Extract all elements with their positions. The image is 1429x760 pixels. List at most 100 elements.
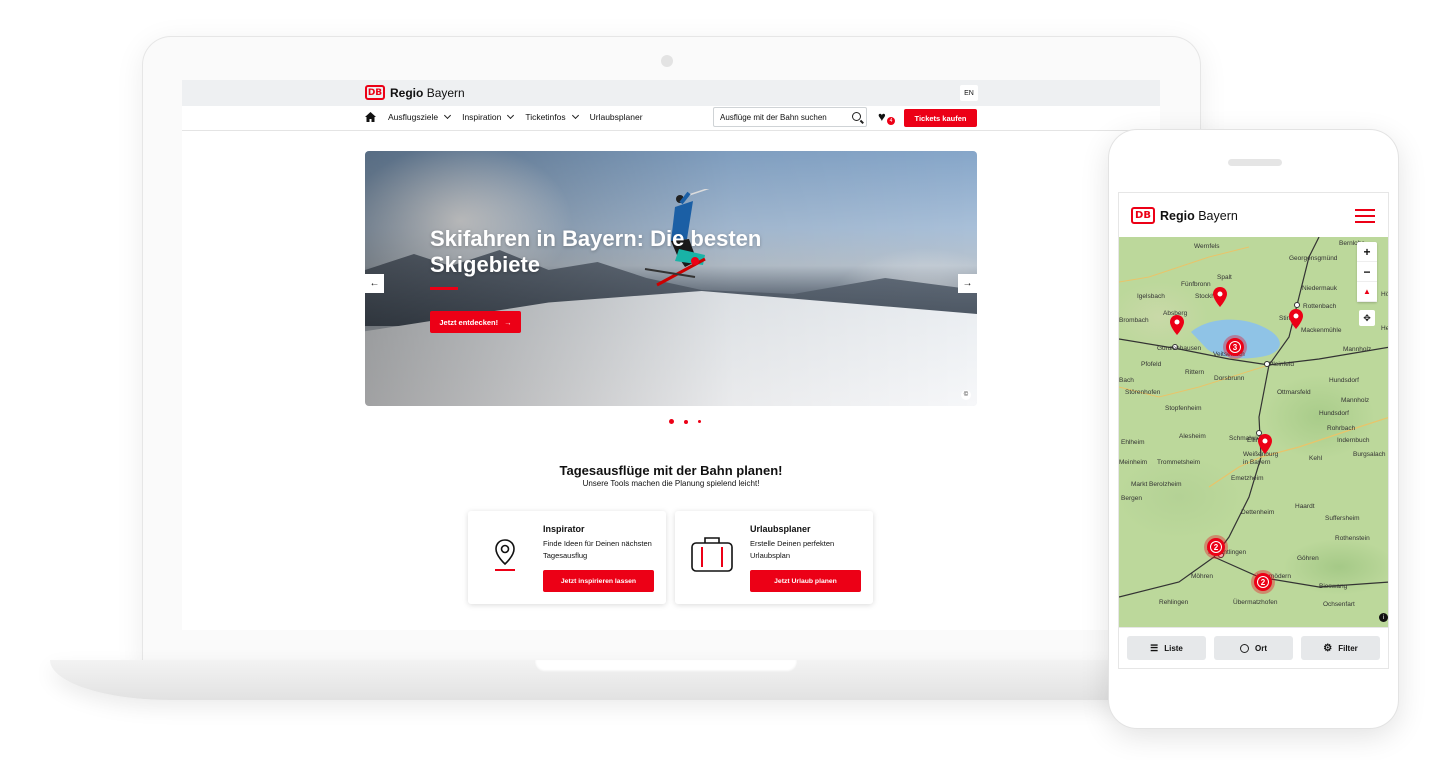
map-cluster-marker[interactable]: 3: [1226, 338, 1244, 356]
site-logo[interactable]: DB Regio Bayern: [365, 85, 465, 100]
compass-icon[interactable]: ▲: [1357, 282, 1377, 302]
list-button[interactable]: ☰ Liste: [1127, 636, 1206, 660]
nav-item-ticketinfos[interactable]: Ticketinfos: [525, 111, 579, 122]
map-label: Bach: [1119, 377, 1134, 384]
map-label: Georgensgmünd: [1289, 255, 1338, 262]
db-logo-badge: DB: [1131, 207, 1155, 224]
phone-speaker: [1228, 159, 1282, 166]
map-label: Rohrbach: [1327, 425, 1356, 432]
map-pin-marker[interactable]: [1258, 434, 1272, 454]
map-label: Rehlingen: [1159, 599, 1189, 606]
map-view[interactable]: Wernfels Bernlohe Georgensgmünd Spalt Fü…: [1119, 237, 1389, 627]
map-pin-marker[interactable]: [1213, 287, 1227, 307]
mobile-screen: DB Regio Bayern Wernfels Bernlohe George…: [1118, 192, 1389, 669]
map-label: He: [1381, 325, 1389, 332]
map-label: Trommetsheim: [1157, 459, 1201, 466]
site-name: Regio Bayern: [1160, 208, 1238, 223]
map-label: Dettenheim: [1241, 509, 1275, 516]
site-topbar: DB Regio Bayern EN: [182, 80, 1160, 106]
map-label: Stopfenheim: [1165, 405, 1202, 412]
map-label: Pfofeld: [1141, 361, 1162, 368]
map-label: Niedermauk: [1302, 285, 1338, 292]
map-label: Burgsalach: [1353, 451, 1386, 458]
image-copyright-icon[interactable]: ©: [961, 390, 971, 400]
search-icon: [1240, 643, 1249, 653]
hero-cta-button[interactable]: Jetzt entdecken! →: [430, 311, 521, 333]
map-label: Möhren: [1191, 573, 1214, 580]
map-cluster-marker[interactable]: 2: [1207, 538, 1225, 556]
slider-next-button[interactable]: →: [958, 274, 977, 293]
search-placeholder: Ausflüge mit der Bahn suchen: [720, 112, 827, 122]
arrow-right-icon: →: [962, 278, 973, 289]
map-label: Markt Berolzheim: [1131, 481, 1182, 488]
info-icon[interactable]: i: [1379, 613, 1388, 622]
list-icon: ☰: [1150, 642, 1159, 653]
urlaubsplaner-card: Urlaubsplaner Erstelle Deinen perfekten …: [675, 511, 873, 604]
inspire-button[interactable]: Jetzt inspirieren lassen: [543, 570, 654, 592]
map-cluster-marker[interactable]: 2: [1254, 573, 1272, 591]
map-label: Gunzenhausen: [1157, 345, 1202, 352]
buy-tickets-button[interactable]: Tickets kaufen: [904, 109, 977, 127]
slider-dot[interactable]: [684, 419, 688, 424]
section-title: Tagesausflüge mit der Bahn planen!: [559, 463, 783, 478]
map-label: Kehl: [1309, 455, 1323, 462]
map-pin-icon: [495, 539, 515, 571]
map-label: Igelsbach: [1137, 293, 1165, 300]
menu-icon[interactable]: [1355, 209, 1375, 223]
map-label: Störenhofen: [1125, 389, 1161, 396]
map-label: Wernfels: [1194, 243, 1220, 250]
laptop-notch: [535, 660, 797, 672]
map-label: Indernbuch: [1337, 437, 1370, 444]
map-label: Mannholz: [1343, 346, 1372, 353]
hero-slider: Skifahren in Bayern: Die besten Skigebie…: [365, 151, 977, 406]
zoom-out-button[interactable]: −: [1357, 262, 1377, 282]
map-label: Rottenbach: [1303, 303, 1337, 310]
map-label: Bieswang: [1319, 583, 1348, 590]
map-label: Hö: [1381, 291, 1389, 298]
db-logo-badge: DB: [365, 85, 385, 100]
nav-item-urlaubsplaner[interactable]: Urlaubsplaner: [590, 112, 643, 122]
map-label: Pleinfeld: [1269, 361, 1294, 368]
site-name: Regio Bayern: [390, 85, 465, 100]
map-pin-marker[interactable]: [1170, 315, 1184, 335]
favorites-heart-icon[interactable]: ♥: [878, 110, 886, 123]
mobile-bottom-bar: ☰ Liste Ort ⚙ Filter: [1119, 627, 1388, 668]
zoom-in-button[interactable]: +: [1357, 242, 1377, 262]
inspirator-card: Inspirator Finde Ideen für Deinen nächst…: [468, 511, 666, 604]
map-label: Meinheim: [1119, 459, 1148, 466]
map-pin-marker[interactable]: [1289, 309, 1303, 329]
map-label: Göhren: [1297, 555, 1319, 562]
language-switch[interactable]: EN: [960, 85, 978, 101]
map-zoom-control: + − ▲: [1357, 242, 1377, 302]
map-label: Suffersheim: [1325, 515, 1360, 522]
plan-vacation-button[interactable]: Jetzt Urlaub planen: [750, 570, 861, 592]
map-label: Übermatzhofen: [1233, 599, 1278, 606]
slider-dot[interactable]: [698, 420, 701, 423]
hero-title-underline: [430, 287, 458, 290]
home-icon[interactable]: [365, 112, 376, 122]
nav-item-inspiration[interactable]: Inspiration: [462, 111, 515, 122]
search-input[interactable]: Ausflüge mit der Bahn suchen: [713, 107, 867, 127]
card-title: Inspirator: [543, 524, 585, 534]
card-title: Urlaubsplaner: [750, 524, 811, 534]
slider-dot[interactable]: [669, 419, 674, 424]
slider-prev-button[interactable]: ←: [365, 274, 384, 293]
nav-item-ausflugsziele[interactable]: Ausflugsziele: [388, 111, 452, 122]
move-arrows-icon[interactable]: ✥: [1359, 310, 1375, 326]
chevron-down-icon: [507, 111, 515, 120]
filter-button[interactable]: ⚙ Filter: [1301, 636, 1380, 660]
map-label: Mannholz: [1341, 397, 1370, 404]
search-icon[interactable]: [852, 112, 861, 121]
chevron-down-icon: [571, 111, 579, 120]
mobile-logo[interactable]: DB Regio Bayern: [1131, 207, 1238, 224]
map-label: Dorsbrunn: [1214, 375, 1245, 382]
card-text: Erstelle Deinen perfekten Urlaubsplan: [750, 539, 835, 560]
chevron-down-icon: [444, 111, 452, 120]
map-label: Ehlheim: [1121, 439, 1145, 446]
map-label: Rittern: [1185, 369, 1205, 376]
location-button[interactable]: Ort: [1214, 636, 1293, 660]
map-label: Hundsdorf: [1329, 377, 1359, 384]
card-text: Finde Ideen für Deinen nächsten Tagesaus…: [543, 539, 652, 560]
slider-pagination: [669, 419, 701, 424]
map-label: Emetzheim: [1231, 475, 1264, 482]
